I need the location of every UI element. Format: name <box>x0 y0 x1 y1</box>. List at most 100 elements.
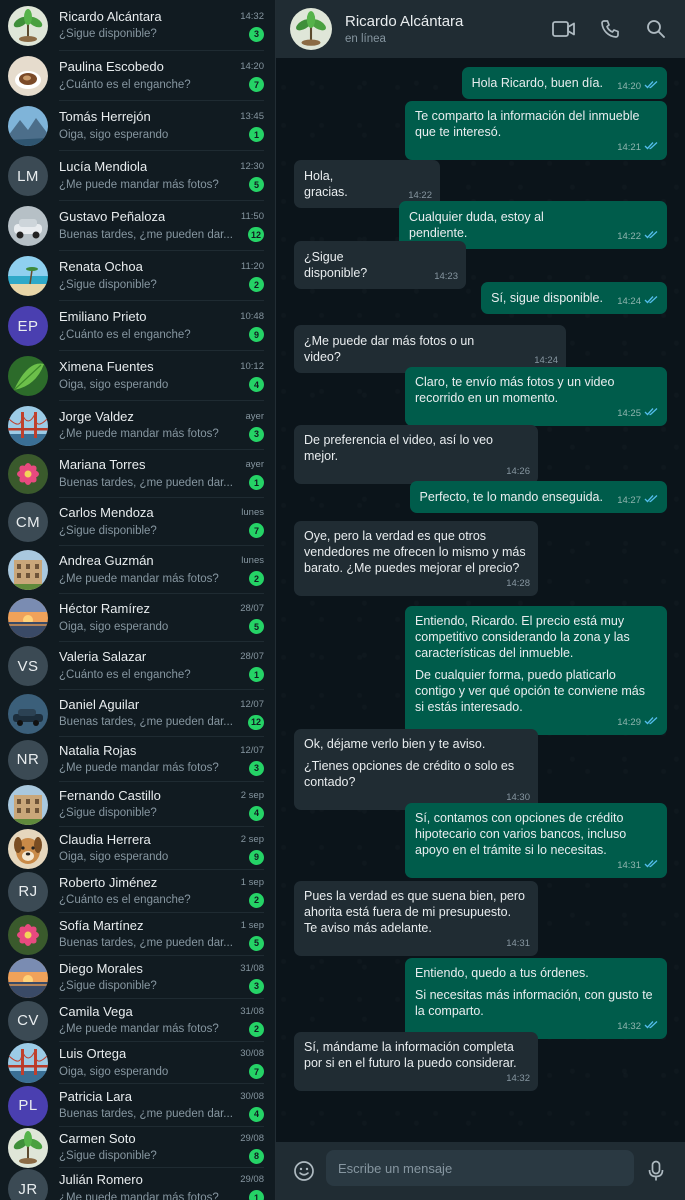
chat-preview: ¿Me puede mandar más fotos? <box>59 1023 219 1035</box>
chat-list-item[interactable]: Ricardo Alcántara 14:32 ¿Sigue disponible?… <box>0 0 275 51</box>
avatar: LM <box>8 156 48 196</box>
chat-time: ayer <box>245 410 264 422</box>
avatar <box>8 256 48 296</box>
chat-list-item[interactable]: Renata Ochoa 11:20 ¿Sigue disponible? 2 <box>0 251 275 301</box>
avatar <box>8 828 48 869</box>
chat-list-item[interactable]: Tomás Herrejón 13:45 Oiga, sigo esperando 1 <box>0 101 275 151</box>
chat-list-item[interactable]: Carmen Soto 29/08 ¿Sigue disponible? 8 <box>0 1127 275 1168</box>
avatar: JR <box>8 1169 48 1200</box>
incoming-message[interactable]: Sí, mándame la información completa por … <box>294 1032 538 1091</box>
chat-list-item[interactable]: Luis Ortega 30/08 Oiga, sigo esperando 7 <box>0 1042 275 1084</box>
outgoing-message[interactable]: Entiendo, quedo a tus órdenes. Si necesit… <box>405 958 667 1039</box>
chat-preview: ¿Sigue disponible? <box>59 980 157 992</box>
incoming-message[interactable]: Pues la verdad es que suena bien, pero a… <box>294 881 538 956</box>
avatar: PL <box>8 1085 48 1126</box>
chat-list-item[interactable]: CM Carlos Mendoza lunes ¿Sigue disponible? 7 <box>0 498 275 546</box>
avatar <box>8 957 48 998</box>
incoming-message[interactable]: Oye, pero la verdad es que otros vendedo… <box>294 521 538 596</box>
emoji-icon[interactable] <box>291 1158 317 1184</box>
chat-list-item[interactable]: Daniel Aguilar 12/07 Buenas tardes, ¿me pu… <box>0 690 275 737</box>
chat-list-item[interactable]: RJ Roberto Jiménez 1 sep ¿Cuánto es el enga… <box>0 870 275 913</box>
contact-name[interactable]: Ricardo Alcántara <box>345 13 463 30</box>
chat-list-item[interactable]: Ximena Fuentes 10:12 Oiga, sigo esperando 4 <box>0 351 275 401</box>
chat-name: Luis Ortega <box>59 1046 127 1061</box>
message-meta: 14:20 <box>617 79 659 95</box>
chat-list-item[interactable]: EP Emiliano Prieto 10:48 ¿Cuánto es el enga… <box>0 301 275 351</box>
avatar-initials: LM <box>17 167 39 185</box>
chat-time: 31/08 <box>240 962 264 974</box>
unread-badge: 7 <box>249 523 264 538</box>
avatar <box>8 106 48 146</box>
contact-avatar[interactable] <box>290 8 332 50</box>
phone-icon[interactable] <box>597 16 623 42</box>
microphone-icon[interactable] <box>643 1158 669 1184</box>
chat-item-body: Héctor Ramírez 28/07 Oiga, sigo esperando 5 <box>59 594 264 642</box>
unread-badge: 9 <box>249 849 264 865</box>
outgoing-message[interactable]: Sí, contamos con opciones de crédito hip… <box>405 803 667 878</box>
avatar-initials: PL <box>18 1097 38 1114</box>
outgoing-message[interactable]: Te comparto la información del inmueble … <box>405 101 667 160</box>
outgoing-message[interactable]: Claro, te envío más fotos y un video rec… <box>405 367 667 426</box>
chat-list-item[interactable]: LM Lucía Mendiola 12:30 ¿Me puede mandar má… <box>0 151 275 201</box>
incoming-message[interactable]: ¿Sigue disponible? 14:23 <box>294 241 466 289</box>
chat-list-item[interactable]: CV Camila Vega 31/08 ¿Me puede mandar más f… <box>0 999 275 1042</box>
search-icon[interactable] <box>643 16 669 42</box>
incoming-message[interactable]: De preferencia el video, así lo veo mejo… <box>294 425 538 484</box>
chat-list-item[interactable]: Jorge Valdez ayer ¿Me puede mandar más fot… <box>0 401 275 450</box>
unread-badge: 2 <box>249 1021 264 1037</box>
message-text: Sí, mándame la información completa por … <box>304 1040 517 1070</box>
message-text: De cualquier forma, puedo platicarlo con… <box>415 668 645 714</box>
chat-list-item[interactable]: Héctor Ramírez 28/07 Oiga, sigo esperando 5 <box>0 594 275 642</box>
chat-list-item[interactable]: Paulina Escobedo 14:20 ¿Cuánto es el engan… <box>0 51 275 101</box>
outgoing-message[interactable]: Sí, sigue disponible. 14:24 <box>481 282 667 314</box>
chat-list[interactable]: Ricardo Alcántara 14:32 ¿Sigue disponible?… <box>0 0 276 1200</box>
chat-preview: Oiga, sigo esperando <box>59 128 169 141</box>
chat-list-item[interactable]: Claudia Herrera 2 sep Oiga, sigo esperando… <box>0 827 275 870</box>
message-input[interactable]: Escribe un mensaje <box>326 1150 634 1186</box>
unread-badge: 2 <box>249 277 264 292</box>
unread-badge: 5 <box>249 935 264 951</box>
message-time: 14:32 <box>617 1021 641 1032</box>
chat-list-item[interactable]: Andrea Guzmán lunes ¿Me puede mandar más f… <box>0 546 275 594</box>
outgoing-message[interactable]: Hola Ricardo, buen día. 14:20 <box>461 67 667 99</box>
video-icon[interactable] <box>551 16 577 42</box>
chat-name: Jorge Valdez <box>59 408 134 424</box>
chat-list-item[interactable]: Diego Morales 31/08 ¿Sigue disponible? 3 <box>0 956 275 999</box>
chat-item-body: Carmen Soto 29/08 ¿Sigue disponible? 8 <box>59 1127 264 1168</box>
chat-list-item[interactable]: VS Valeria Salazar 28/07 ¿Cuánto es el enga… <box>0 642 275 690</box>
chat-preview: ¿Me puede mandar más fotos? <box>59 428 219 440</box>
message-meta: 14:29 <box>617 715 659 731</box>
chat-list-item[interactable]: Mariana Torres ayer Buenas tardes, ¿me pue… <box>0 450 275 498</box>
chat-list-item[interactable]: NR Natalia Rojas 12/07 ¿Me puede mandar más… <box>0 737 275 782</box>
chat-item-body: Roberto Jiménez 1 sep ¿Cuánto es el enganc… <box>59 870 264 913</box>
avatar: EP <box>8 306 48 346</box>
outgoing-message[interactable]: Entiendo, Ricardo. El precio está muy co… <box>405 606 667 735</box>
outgoing-message[interactable]: Perfecto, te lo mando enseguida. 14:27 <box>409 481 667 513</box>
chat-preview: Oiga, sigo esperando <box>59 378 169 391</box>
message-time: 14:27 <box>617 495 641 506</box>
read-receipt-icon <box>644 294 659 310</box>
chat-list-item[interactable]: Fernando Castillo 2 sep ¿Sigue disponible?… <box>0 782 275 827</box>
unread-badge: 7 <box>249 1064 264 1079</box>
chat-time: 2 sep <box>240 789 264 801</box>
chat-name: Julián Romero <box>59 1172 143 1187</box>
incoming-message[interactable]: ¿Me puede dar más fotos o un video? 14:24 <box>294 325 566 373</box>
chat-time: lunes <box>241 555 264 566</box>
chat-name: Paulina Escobedo <box>59 59 164 74</box>
avatar <box>8 56 48 96</box>
unread-badge: 7 <box>249 77 264 92</box>
chat-preview: ¿Sigue disponible? <box>59 278 157 291</box>
message-time: 14:23 <box>434 271 458 282</box>
incoming-message[interactable]: Ok, déjame verlo bien y te aviso. ¿Tienes… <box>294 729 538 810</box>
message-text: Si necesitas más información, con gusto … <box>415 988 653 1018</box>
chat-list-item[interactable]: PL Patricia Lara 30/08 Buenas tardes, ¿me p… <box>0 1084 275 1127</box>
chat-list-item[interactable]: Gustavo Peñaloza 11:50 Buenas tardes, ¿me … <box>0 201 275 251</box>
message-time: 14:31 <box>506 938 530 949</box>
chat-list-item[interactable]: Sofía Martínez 1 sep Buenas tardes, ¿me pu… <box>0 913 275 956</box>
unread-badge: 3 <box>249 426 264 442</box>
read-receipt-icon <box>644 1021 658 1029</box>
avatar <box>8 550 48 590</box>
chat-item-body: Luis Ortega 30/08 Oiga, sigo esperando 7 <box>59 1042 264 1084</box>
chat-list-item[interactable]: JR Julián Romero 29/08 ¿Me puede mandar más… <box>0 1168 275 1200</box>
unread-badge: 1 <box>249 475 264 490</box>
